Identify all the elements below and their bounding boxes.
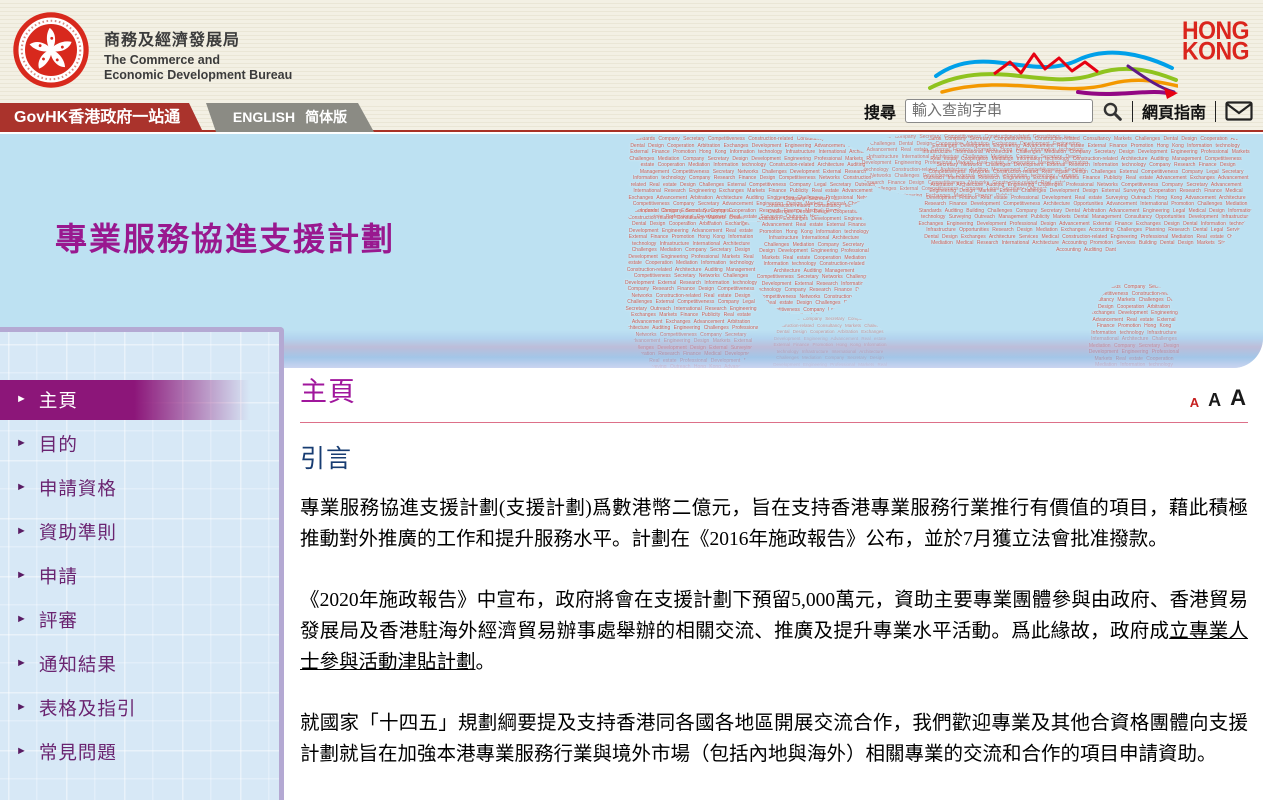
divider (1132, 101, 1133, 122)
scheme-title: 專業服務協進支援計劃 (55, 214, 395, 260)
font-size-small-button[interactable]: A (1190, 396, 1199, 409)
bureau-name-zh: 商務及經濟發展局 (104, 26, 292, 50)
sidebar-item-label: 資助準則 (39, 519, 117, 545)
intro-paragraph-1: 專業服務協進支援計劃(支援計劃)爲數港幣二億元，旨在支持香港專業服務行業推行有價… (300, 493, 1248, 555)
main-content: 主頁 A A A 引言 專業服務協進支援計劃(支援計劃)爲數港幣二億元，旨在支持… (300, 370, 1248, 800)
site-guide-link[interactable]: 網頁指南 (1142, 99, 1206, 123)
intro-paragraph-3: 就國家「十四五」規劃綱要提及支持香港同各國各地區開展交流合作，我們歡迎專業及其他… (300, 708, 1248, 770)
sidebar-item-faq[interactable]: ► 常見問題 (0, 732, 279, 772)
search-label: 搜尋 (864, 99, 896, 123)
arrow-right-icon: ► (16, 701, 28, 713)
site-header: 商務及經濟發展局 The Commerce and Economic Devel… (0, 0, 1263, 103)
brand-text-line2: KONG (1182, 41, 1249, 62)
sidebar-item-purpose[interactable]: ► 目的 (0, 424, 279, 464)
map-cluster-south-asia: Standards Company Secretary Competitiven… (756, 196, 872, 314)
arrow-right-icon: ► (16, 745, 28, 757)
sidebar-item-label: 表格及指引 (39, 695, 137, 721)
sidebar-menu: ► 主頁 ► 目的 ► 申請資格 ► 資助準則 ► 申請 ► 評審 (0, 380, 279, 772)
arrow-right-icon: ► (16, 525, 28, 537)
sidebar-item-label: 申請 (39, 563, 78, 589)
bureau-name: 商務及經濟發展局 The Commerce and Economic Devel… (104, 26, 292, 83)
font-size-medium-button[interactable]: A (1208, 391, 1221, 409)
page: 商務及經濟發展局 The Commerce and Economic Devel… (0, 0, 1263, 800)
sidebar-item-label: 申請資格 (39, 475, 117, 501)
divider-rule (300, 422, 1248, 423)
sidebar-item-eligibility[interactable]: ► 申請資格 (0, 468, 279, 508)
font-size-controls: A A A (1190, 387, 1248, 409)
arrow-right-icon: ► (16, 613, 28, 625)
paragraph-2-period: 。 (476, 652, 496, 673)
arrow-right-icon: ► (16, 657, 28, 669)
contact-mail-icon[interactable] (1225, 101, 1253, 121)
arrow-right-icon: ► (16, 393, 28, 405)
paragraph-2-text: 《2020年施政報告》中宣布，政府將會在支援計劃下預留5,000萬元，資助主要專… (300, 590, 1248, 642)
search-input[interactable] (905, 99, 1093, 123)
arrow-right-icon: ► (16, 569, 28, 581)
sidebar-item-label: 評審 (39, 607, 78, 633)
sidebar-item-assessment[interactable]: ► 評審 (0, 600, 279, 640)
divider (1215, 101, 1216, 122)
sidebar-item-result-notification[interactable]: ► 通知結果 (0, 644, 279, 684)
sidebar-item-label: 常見問題 (39, 739, 117, 765)
sidebar-item-label: 通知結果 (39, 651, 117, 677)
bureau-name-en-line1: The Commerce and (104, 53, 292, 68)
language-tab: ENGLISH 简体版 (206, 103, 374, 132)
map-cluster-north-america: Standards Company Secretary Competitiven… (918, 136, 1254, 286)
bureau-name-en-line2: Economic Development Bureau (104, 68, 292, 83)
sidebar-item-application[interactable]: ► 申請 (0, 556, 279, 596)
sidebar-item-forms-guides[interactable]: ► 表格及指引 (0, 688, 279, 728)
english-link[interactable]: ENGLISH (233, 109, 295, 125)
hksar-emblem-icon (12, 11, 90, 89)
font-size-large-button[interactable]: A (1230, 387, 1246, 409)
section-title: 引言 (300, 439, 1248, 475)
search-icon[interactable] (1102, 101, 1123, 122)
search-bar: 搜尋 網頁指南 (864, 96, 1253, 126)
brand-hongkong-logo: HONG KONG (928, 22, 1249, 100)
simplified-chinese-link[interactable]: 简体版 (305, 109, 347, 125)
sidebar: ► 主頁 ► 目的 ► 申請資格 ► 資助準則 ► 申請 ► 評審 (0, 327, 284, 800)
sidebar-item-home[interactable]: ► 主頁 (0, 380, 258, 420)
brand-ribbon-icon (928, 36, 1178, 100)
govhk-link[interactable]: GovHK香港政府一站通 (0, 103, 203, 132)
intro-paragraph-2: 《2020年施政報告》中宣布，政府將會在支援計劃下預留5,000萬元，資助主要專… (300, 585, 1248, 678)
page-title: 主頁 (300, 370, 356, 409)
arrow-right-icon: ► (16, 481, 28, 493)
sidebar-item-label: 主頁 (39, 387, 78, 413)
arrow-right-icon: ► (16, 437, 28, 449)
nav-bar: GovHK香港政府一站通 ENGLISH简体版 搜尋 網頁指南 (0, 103, 1263, 132)
sidebar-item-label: 目的 (39, 431, 78, 457)
sidebar-item-funding-criteria[interactable]: ► 資助準則 (0, 512, 279, 552)
